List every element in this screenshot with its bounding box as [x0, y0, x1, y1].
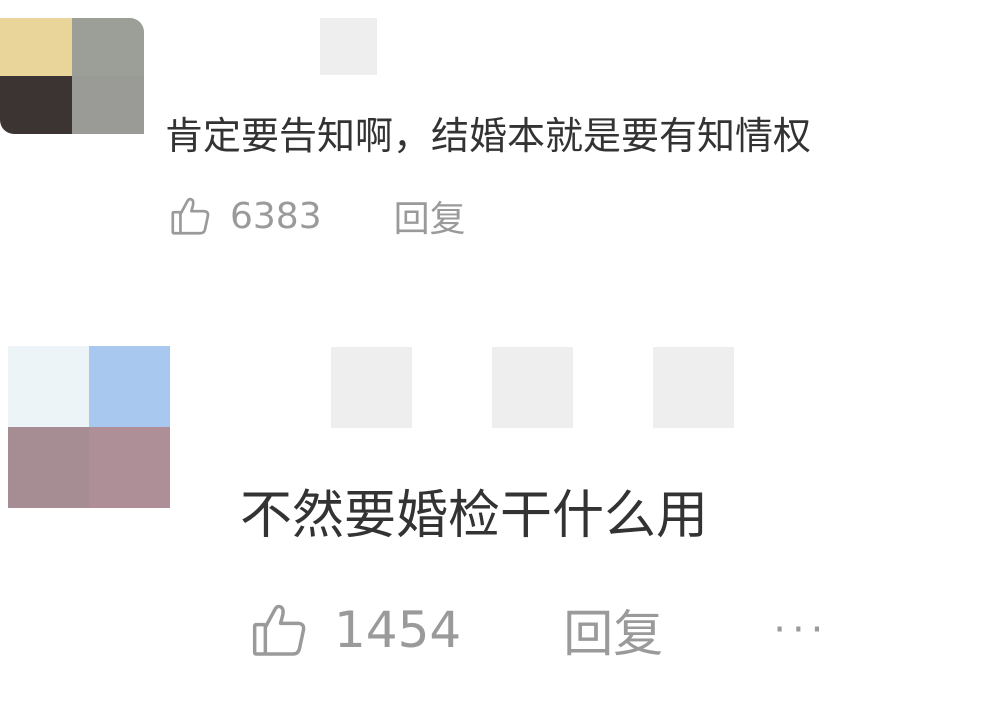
- avatar-pixel: [89, 427, 170, 508]
- avatar-pixel: [89, 346, 170, 427]
- thumbs-up-icon[interactable]: [248, 598, 312, 662]
- avatar-pixel: [72, 76, 144, 134]
- avatar[interactable]: [8, 346, 170, 508]
- comment-actions: 1454 回复 ···: [248, 598, 829, 663]
- like-count: 1454: [334, 601, 462, 659]
- avatar-pixel: [8, 427, 89, 508]
- thumbs-up-icon[interactable]: [168, 193, 214, 239]
- reply-button[interactable]: 回复: [563, 594, 663, 666]
- comment-text: 肯定要告知啊，结婚本就是要有知情权: [165, 114, 812, 158]
- avatar-pixel: [0, 76, 72, 134]
- avatar-pixel: [8, 346, 89, 427]
- avatar-pixel: [72, 18, 144, 76]
- comment-actions: 6383 回复: [168, 190, 466, 242]
- username-redacted[interactable]: [331, 347, 412, 428]
- like-count: 6383: [230, 195, 322, 237]
- comment-text: 不然要婚检干什么用: [240, 486, 709, 546]
- reply-button[interactable]: 回复: [394, 190, 466, 242]
- username-redacted[interactable]: [492, 347, 573, 428]
- avatar-pixel: [0, 18, 72, 76]
- avatar[interactable]: [0, 18, 144, 134]
- username-redacted[interactable]: [653, 347, 734, 428]
- more-icon[interactable]: ···: [773, 607, 829, 653]
- username-redacted[interactable]: [320, 18, 377, 75]
